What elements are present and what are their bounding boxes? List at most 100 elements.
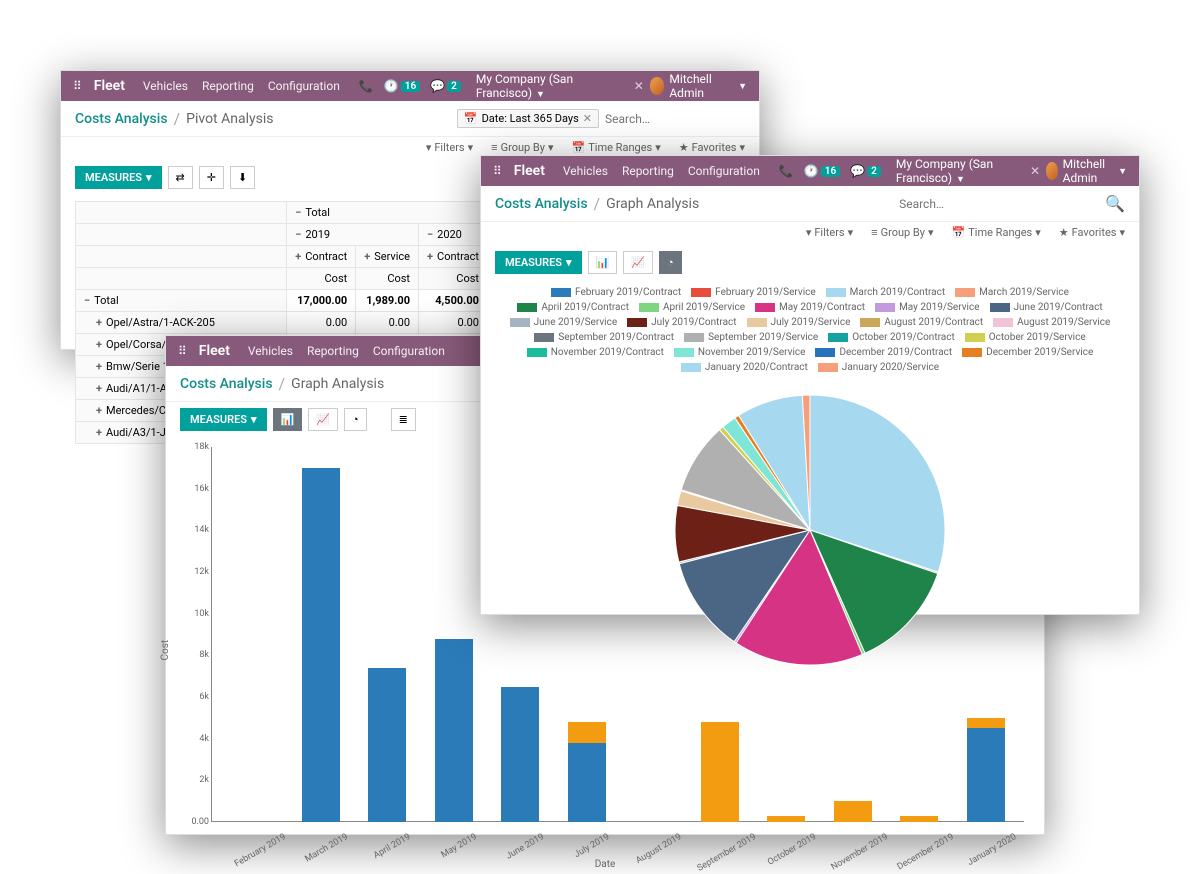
nav-configuration[interactable]: Configuration: [688, 164, 760, 178]
chip-remove-icon[interactable]: ✕: [583, 112, 592, 125]
bar-segment-service[interactable]: [967, 718, 1005, 729]
expand-icon[interactable]: +: [427, 250, 433, 263]
legend-item[interactable]: November 2019/Service: [671, 346, 809, 359]
legend-item[interactable]: February 2019/Service: [688, 286, 819, 299]
filter-favorites[interactable]: ★ Favorites ▾: [679, 141, 745, 154]
stacked-button[interactable]: ≣: [391, 408, 416, 431]
collapse-icon[interactable]: −: [295, 206, 301, 219]
legend-item[interactable]: April 2019/Service: [636, 301, 748, 314]
breadcrumb-root[interactable]: Costs Analysis: [75, 111, 168, 127]
legend-item[interactable]: April 2019/Contract: [514, 301, 632, 314]
pie-chart-button[interactable]: ◔: [659, 251, 682, 274]
bar-segment-service[interactable]: [701, 722, 739, 822]
legend-item[interactable]: October 2019/Contract: [825, 331, 958, 344]
expand-icon[interactable]: +: [96, 382, 102, 395]
search-icon[interactable]: 🔍: [1105, 194, 1125, 213]
bar-segment-contract[interactable]: [568, 743, 606, 822]
expand-icon[interactable]: +: [96, 360, 102, 373]
chat-icon[interactable]: 💬2: [850, 164, 881, 178]
bar-segment-contract[interactable]: [368, 668, 406, 822]
filter-timeranges[interactable]: 📅 Time Ranges ▾: [572, 141, 661, 154]
bar-segment-contract[interactable]: [501, 687, 539, 822]
phone-icon[interactable]: 📞: [779, 164, 794, 178]
expand-icon[interactable]: +: [96, 426, 102, 439]
activity-icon[interactable]: 🕐16: [384, 79, 420, 93]
expand-all-button[interactable]: ✛: [199, 166, 224, 189]
legend-item[interactable]: February 2019/Contract: [548, 286, 684, 299]
expand-icon[interactable]: +: [96, 404, 102, 417]
bar-chart-button[interactable]: 📊: [273, 408, 303, 431]
bar-segment-contract[interactable]: [302, 468, 340, 822]
filter-groupby[interactable]: ≡ Group By ▾: [871, 226, 933, 239]
legend-item[interactable]: July 2019/Service: [744, 316, 854, 329]
filter-favorites[interactable]: ★ Favorites ▾: [1059, 226, 1125, 239]
nav-reporting[interactable]: Reporting: [307, 344, 359, 358]
filter-groupby[interactable]: ≡ Group By ▾: [491, 141, 553, 154]
expand-icon[interactable]: +: [96, 316, 102, 329]
download-button[interactable]: ⬇: [230, 166, 255, 189]
phone-icon[interactable]: 📞: [359, 79, 374, 93]
bar-segment-service[interactable]: [568, 722, 606, 743]
legend-item[interactable]: September 2019/Contract: [531, 331, 677, 344]
legend-item[interactable]: January 2020/Service: [815, 361, 942, 374]
legend-item[interactable]: October 2019/Service: [962, 331, 1089, 344]
measures-button[interactable]: MEASURES ▾: [495, 251, 582, 274]
apps-icon[interactable]: ⠿: [73, 79, 82, 93]
collapse-icon[interactable]: −: [84, 294, 90, 307]
legend-item[interactable]: September 2019/Service: [681, 331, 821, 344]
flip-axis-button[interactable]: ⇄: [168, 166, 193, 189]
nav-reporting[interactable]: Reporting: [202, 79, 254, 93]
brand[interactable]: Fleet: [199, 343, 230, 359]
collapse-icon[interactable]: −: [295, 228, 301, 241]
legend-item[interactable]: March 2019/Contract: [823, 286, 948, 299]
legend-item[interactable]: August 2019/Service: [990, 316, 1113, 329]
nav-vehicles[interactable]: Vehicles: [248, 344, 293, 358]
activity-icon[interactable]: 🕐16: [804, 164, 840, 178]
search-chip[interactable]: 📅 Date: Last 365 Days ✕: [457, 109, 599, 128]
line-chart-button[interactable]: 📈: [623, 251, 653, 274]
measures-button[interactable]: MEASURES ▾: [180, 408, 267, 431]
company-selector[interactable]: My Company (San Francisco)▼: [476, 72, 618, 100]
legend-item[interactable]: June 2019/Service: [507, 316, 620, 329]
measures-button[interactable]: MEASURES ▾: [75, 166, 162, 189]
collapse-icon[interactable]: −: [427, 228, 433, 241]
nav-vehicles[interactable]: Vehicles: [563, 164, 608, 178]
legend-item[interactable]: January 2020/Contract: [678, 361, 811, 374]
pie-chart-button[interactable]: ◔: [344, 408, 367, 431]
bar-segment-contract[interactable]: [967, 728, 1005, 822]
user-menu[interactable]: Mitchell Admin▼: [1046, 157, 1127, 185]
search-input[interactable]: [605, 112, 745, 126]
search-input[interactable]: [899, 197, 1099, 211]
close-icon[interactable]: ✕: [634, 79, 644, 93]
legend-item[interactable]: March 2019/Service: [952, 286, 1072, 299]
breadcrumb-root[interactable]: Costs Analysis: [180, 376, 273, 392]
brand[interactable]: Fleet: [514, 163, 545, 179]
breadcrumb-root[interactable]: Costs Analysis: [495, 196, 588, 212]
bar-segment-service[interactable]: [767, 816, 805, 822]
filter-filters[interactable]: ▾ Filters ▾: [426, 141, 473, 154]
bar-segment-contract[interactable]: [435, 639, 473, 822]
expand-icon[interactable]: +: [295, 250, 301, 263]
user-menu[interactable]: Mitchell Admin▼: [650, 72, 747, 100]
bar-segment-service[interactable]: [834, 801, 872, 822]
line-chart-button[interactable]: 📈: [308, 408, 338, 431]
legend-item[interactable]: June 2019/Contract: [987, 301, 1106, 314]
nav-configuration[interactable]: Configuration: [373, 344, 445, 358]
bar-segment-service[interactable]: [900, 816, 938, 822]
chat-icon[interactable]: 💬2: [430, 79, 461, 93]
nav-reporting[interactable]: Reporting: [622, 164, 674, 178]
apps-icon[interactable]: ⠿: [178, 344, 187, 358]
close-icon[interactable]: ✕: [1030, 164, 1040, 178]
legend-item[interactable]: November 2019/Contract: [524, 346, 667, 359]
filter-filters[interactable]: ▾ Filters ▾: [806, 226, 853, 239]
legend-item[interactable]: December 2019/Service: [959, 346, 1096, 359]
nav-vehicles[interactable]: Vehicles: [143, 79, 188, 93]
legend-item[interactable]: December 2019/Contract: [812, 346, 955, 359]
legend-item[interactable]: May 2019/Service: [872, 301, 982, 314]
legend-item[interactable]: May 2019/Contract: [752, 301, 868, 314]
bar-chart-button[interactable]: 📊: [588, 251, 618, 274]
expand-icon[interactable]: +: [96, 338, 102, 351]
nav-configuration[interactable]: Configuration: [268, 79, 340, 93]
legend-item[interactable]: July 2019/Contract: [624, 316, 739, 329]
apps-icon[interactable]: ⠿: [493, 164, 502, 178]
